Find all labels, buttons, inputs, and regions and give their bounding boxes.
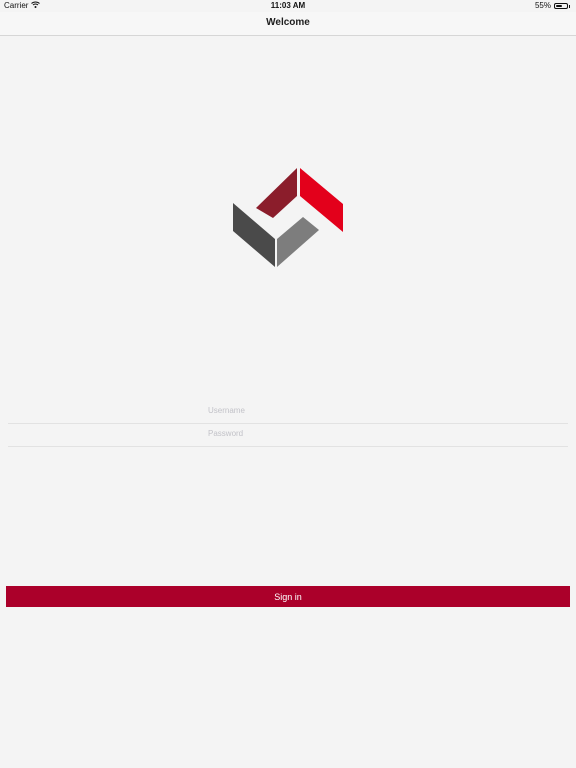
password-row [8, 425, 568, 447]
logo-dark-red-shard [256, 168, 297, 218]
battery-fill [556, 5, 562, 7]
status-right: 55% [535, 0, 570, 12]
username-field[interactable] [208, 406, 558, 415]
battery-percent: 55% [534, 1, 551, 10]
username-row [8, 402, 568, 424]
navigation-bar: Welcome [0, 12, 576, 36]
logo-light-gray-shard [277, 217, 319, 267]
battery-icon [554, 3, 568, 9]
status-time: 11:03 AM [270, 1, 306, 10]
sign-in-button[interactable]: Sign in [6, 586, 570, 607]
company-logo [233, 168, 343, 267]
battery-tip [569, 4, 570, 8]
page-title: Welcome [266, 17, 310, 28]
password-field[interactable] [208, 429, 558, 438]
status-bar: Carrier 11:03 AM 55% [0, 0, 576, 12]
